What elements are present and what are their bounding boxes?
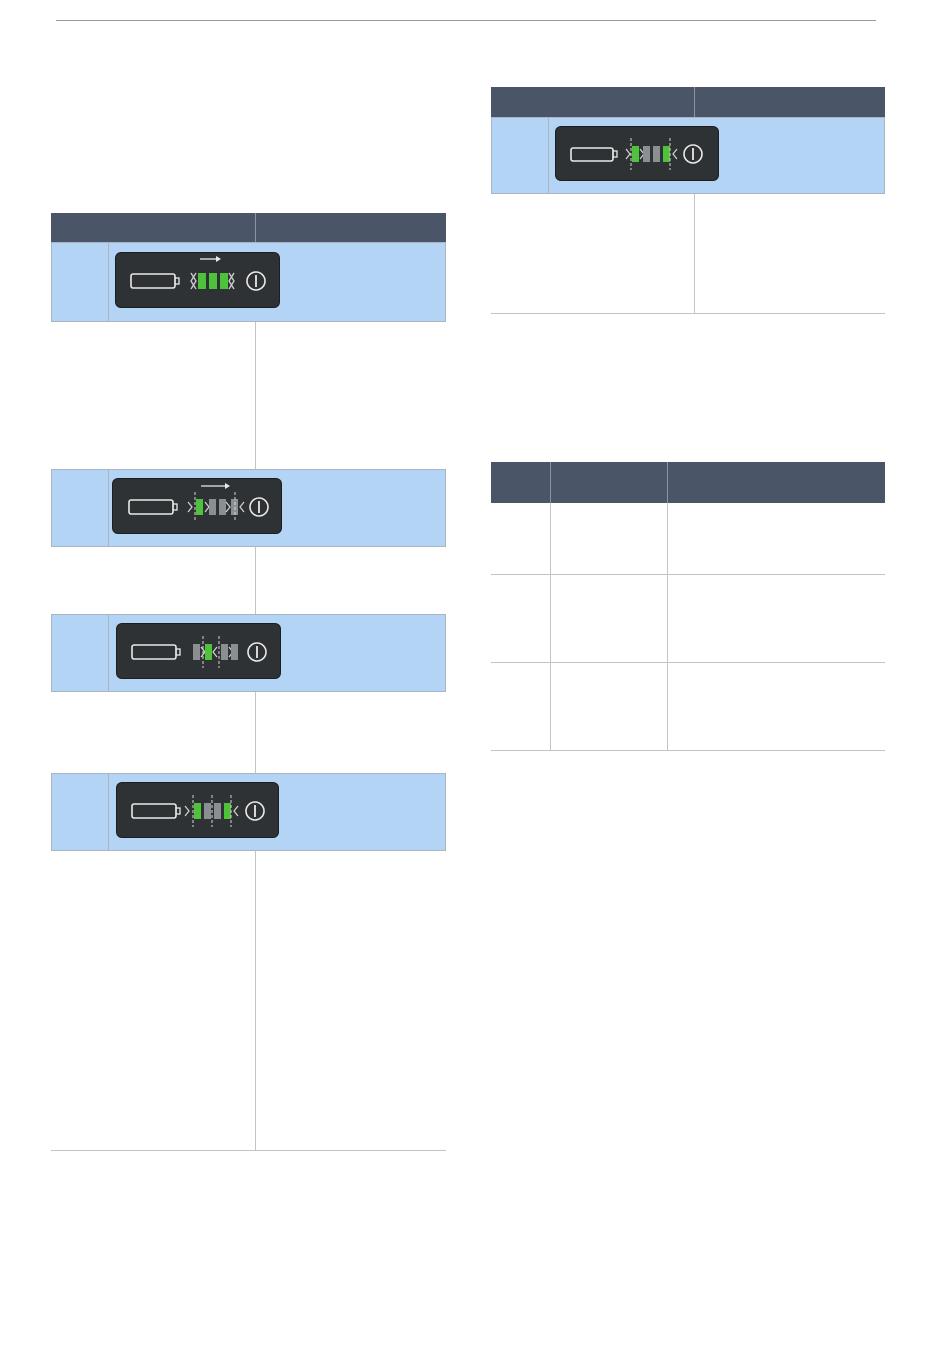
status-column-rule <box>255 322 256 469</box>
indicator-panel-all-green <box>116 253 279 307</box>
status-column-rule <box>255 547 256 614</box>
table-row <box>491 574 885 575</box>
table-row <box>491 662 885 663</box>
power-icon <box>246 271 266 291</box>
led-panel-graphic <box>570 138 703 170</box>
three-column-table-header <box>491 462 885 503</box>
led-panel-graphic <box>128 483 269 521</box>
battery-icon <box>570 147 618 162</box>
status-column-rule <box>255 851 256 1150</box>
status-column-rule <box>694 194 695 313</box>
led-panel-graphic <box>130 256 266 291</box>
status-row-3 <box>51 614 446 692</box>
right-table-bottom-rule <box>491 313 885 314</box>
header-divider-2 <box>667 462 668 503</box>
status-row-2 <box>51 469 446 547</box>
status-row-divider <box>108 243 109 321</box>
left-table-header <box>51 213 446 242</box>
led-bar-all-green-icon <box>190 272 235 290</box>
battery-icon <box>130 273 180 289</box>
column-rule-2 <box>667 503 668 751</box>
battery-icon <box>131 803 181 819</box>
charging-arrow-icon <box>200 256 221 262</box>
column-rule-1 <box>550 503 551 751</box>
power-icon <box>683 144 703 164</box>
status-column-rule <box>255 692 256 773</box>
charging-arrow-icon <box>201 483 230 489</box>
battery-icon <box>131 644 181 660</box>
led-bar-second-green-flashing-icon <box>193 636 238 668</box>
battery-icon <box>128 499 178 515</box>
led-panel-graphic <box>131 636 267 668</box>
power-icon <box>249 497 269 517</box>
left-table-bottom-rule <box>51 1150 446 1151</box>
led-bar-outer-green-flashing-icon <box>625 138 678 170</box>
status-row-5 <box>491 117 885 194</box>
power-icon <box>247 642 267 662</box>
led-panel-graphic <box>131 795 265 827</box>
right-table-header <box>491 87 885 117</box>
indicator-panel-first-flashing <box>113 479 281 533</box>
table-bottom-rule <box>491 750 885 751</box>
status-row-1 <box>51 242 446 322</box>
indicator-panel-alternating <box>117 783 278 837</box>
header-rule <box>56 20 876 21</box>
led-bar-alternating-flashing-icon <box>184 795 239 827</box>
status-row-divider <box>108 615 109 691</box>
status-row-divider <box>108 470 109 546</box>
right-table-header-divider <box>694 87 695 117</box>
power-icon <box>245 801 265 821</box>
status-row-divider <box>108 774 109 850</box>
indicator-panel-second-flashing <box>117 624 280 678</box>
status-row-divider <box>548 118 549 193</box>
led-bar-first-green-flashing-icon <box>187 492 245 521</box>
header-divider-1 <box>550 462 551 503</box>
indicator-panel-outer-flashing <box>556 127 718 180</box>
status-row-4 <box>51 773 446 851</box>
left-table-header-divider <box>255 213 256 242</box>
